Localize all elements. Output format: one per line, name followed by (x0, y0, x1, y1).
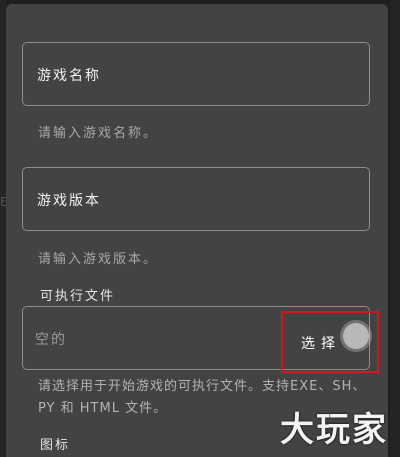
executable-title: 可执行文件 (40, 289, 116, 304)
touch-indicator-icon (343, 323, 369, 349)
select-button-label: 选择 (301, 336, 341, 352)
game-version-helper: 请输入游戏版本。 (38, 252, 159, 267)
game-version-field[interactable]: 游戏版本 (22, 167, 370, 231)
executable-value: 空的 (35, 332, 67, 348)
add-game-dialog: 游戏名称 请输入游戏名称。 游戏版本 请输入游戏版本。 可执行文件 空的 选择 … (6, 4, 388, 457)
select-button[interactable]: 选择 (281, 311, 379, 373)
icon-section-title: 图标 (40, 438, 71, 453)
screen: E 游戏名称 请输入游戏名称。 游戏版本 请输入游戏版本。 可执行文件 空的 选… (0, 0, 400, 457)
backdrop-right (390, 0, 400, 457)
game-name-helper: 请输入游戏名称。 (38, 126, 159, 141)
watermark-logo: 大玩家 (280, 410, 388, 450)
game-name-field[interactable]: 游戏名称 (22, 42, 370, 106)
executable-field: 空的 选择 (22, 306, 379, 373)
game-version-label: 游戏版本 (37, 193, 101, 209)
game-name-label: 游戏名称 (37, 68, 101, 84)
